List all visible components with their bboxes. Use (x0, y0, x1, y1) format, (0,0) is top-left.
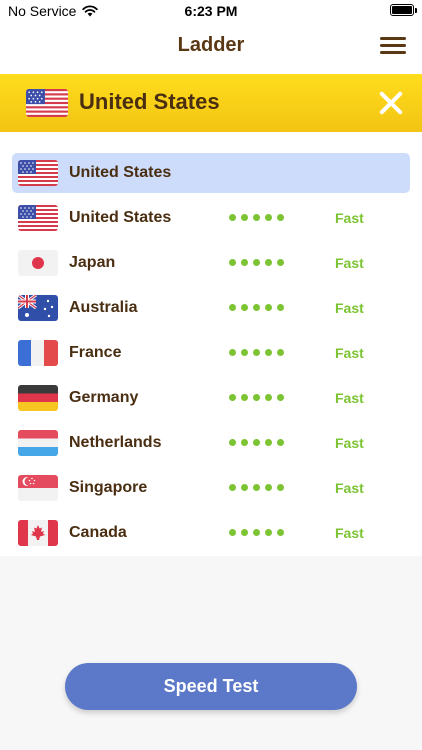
speed-test-button[interactable]: Speed Test (65, 663, 357, 710)
server-row-germany[interactable]: Germany Fast (12, 378, 410, 418)
menu-line (380, 37, 406, 40)
speed-label: Fast (335, 525, 364, 541)
us-flag-icon (18, 205, 58, 231)
signal-strength-indicator (229, 349, 284, 356)
de-flag-icon (18, 385, 58, 411)
battery-icon (390, 4, 417, 16)
server-row-japan[interactable]: Japan Fast (12, 243, 410, 283)
ca-flag-icon (18, 520, 58, 546)
server-country-label: Germany (69, 389, 139, 406)
speed-label: Fast (335, 345, 364, 361)
server-country-label: Netherlands (69, 434, 162, 451)
speed-label: Fast (335, 435, 364, 451)
speed-label: Fast (335, 480, 364, 496)
server-row-france[interactable]: France Fast (12, 333, 410, 373)
us-flag-icon (26, 89, 68, 117)
speed-label: Fast (335, 210, 364, 226)
menu-line (380, 51, 406, 54)
fr-flag-icon (18, 340, 58, 366)
server-country-label: France (69, 344, 122, 361)
nl-flag-icon (18, 430, 58, 456)
server-row-united-states[interactable]: United States Fast (12, 198, 410, 238)
menu-line (380, 44, 406, 47)
page-title: Ladder (177, 34, 245, 56)
status-bar: No Service 6:23 PM (0, 0, 422, 22)
jp-flag-icon (18, 250, 58, 276)
signal-strength-indicator (229, 529, 284, 536)
speed-label: Fast (335, 390, 364, 406)
status-time: 6:23 PM (184, 3, 238, 19)
server-country-label: United States (69, 164, 172, 181)
speed-label: Fast (335, 300, 364, 316)
selected-server-banner: United States (0, 74, 422, 132)
signal-strength-indicator (229, 259, 284, 266)
server-list: United States United States Fast Japan F… (0, 132, 422, 556)
server-row-united-states-selected[interactable]: United States (12, 153, 410, 193)
server-row-canada[interactable]: Canada Fast (12, 513, 410, 553)
server-country-label: United States (69, 209, 172, 226)
server-row-singapore[interactable]: Singapore Fast (12, 468, 410, 508)
close-icon[interactable] (378, 90, 404, 116)
status-right (390, 4, 417, 16)
server-country-label: Canada (69, 524, 127, 541)
signal-strength-indicator (229, 439, 284, 446)
server-row-netherlands[interactable]: Netherlands Fast (12, 423, 410, 463)
signal-strength-indicator (229, 484, 284, 491)
server-country-label: Australia (69, 299, 138, 316)
server-country-label: Singapore (69, 479, 148, 496)
selected-country-label: United States (79, 89, 220, 114)
server-country-label: Japan (69, 254, 116, 271)
speed-label: Fast (335, 255, 364, 271)
signal-strength-indicator (229, 214, 284, 221)
server-row-australia[interactable]: Australia Fast (12, 288, 410, 328)
signal-strength-indicator (229, 304, 284, 311)
us-flag-icon (18, 160, 58, 186)
signal-strength-indicator (229, 394, 284, 401)
hamburger-menu-icon[interactable] (380, 35, 406, 57)
nav-bar: Ladder (0, 22, 422, 74)
au-flag-icon (18, 295, 58, 321)
sg-flag-icon (18, 475, 58, 501)
